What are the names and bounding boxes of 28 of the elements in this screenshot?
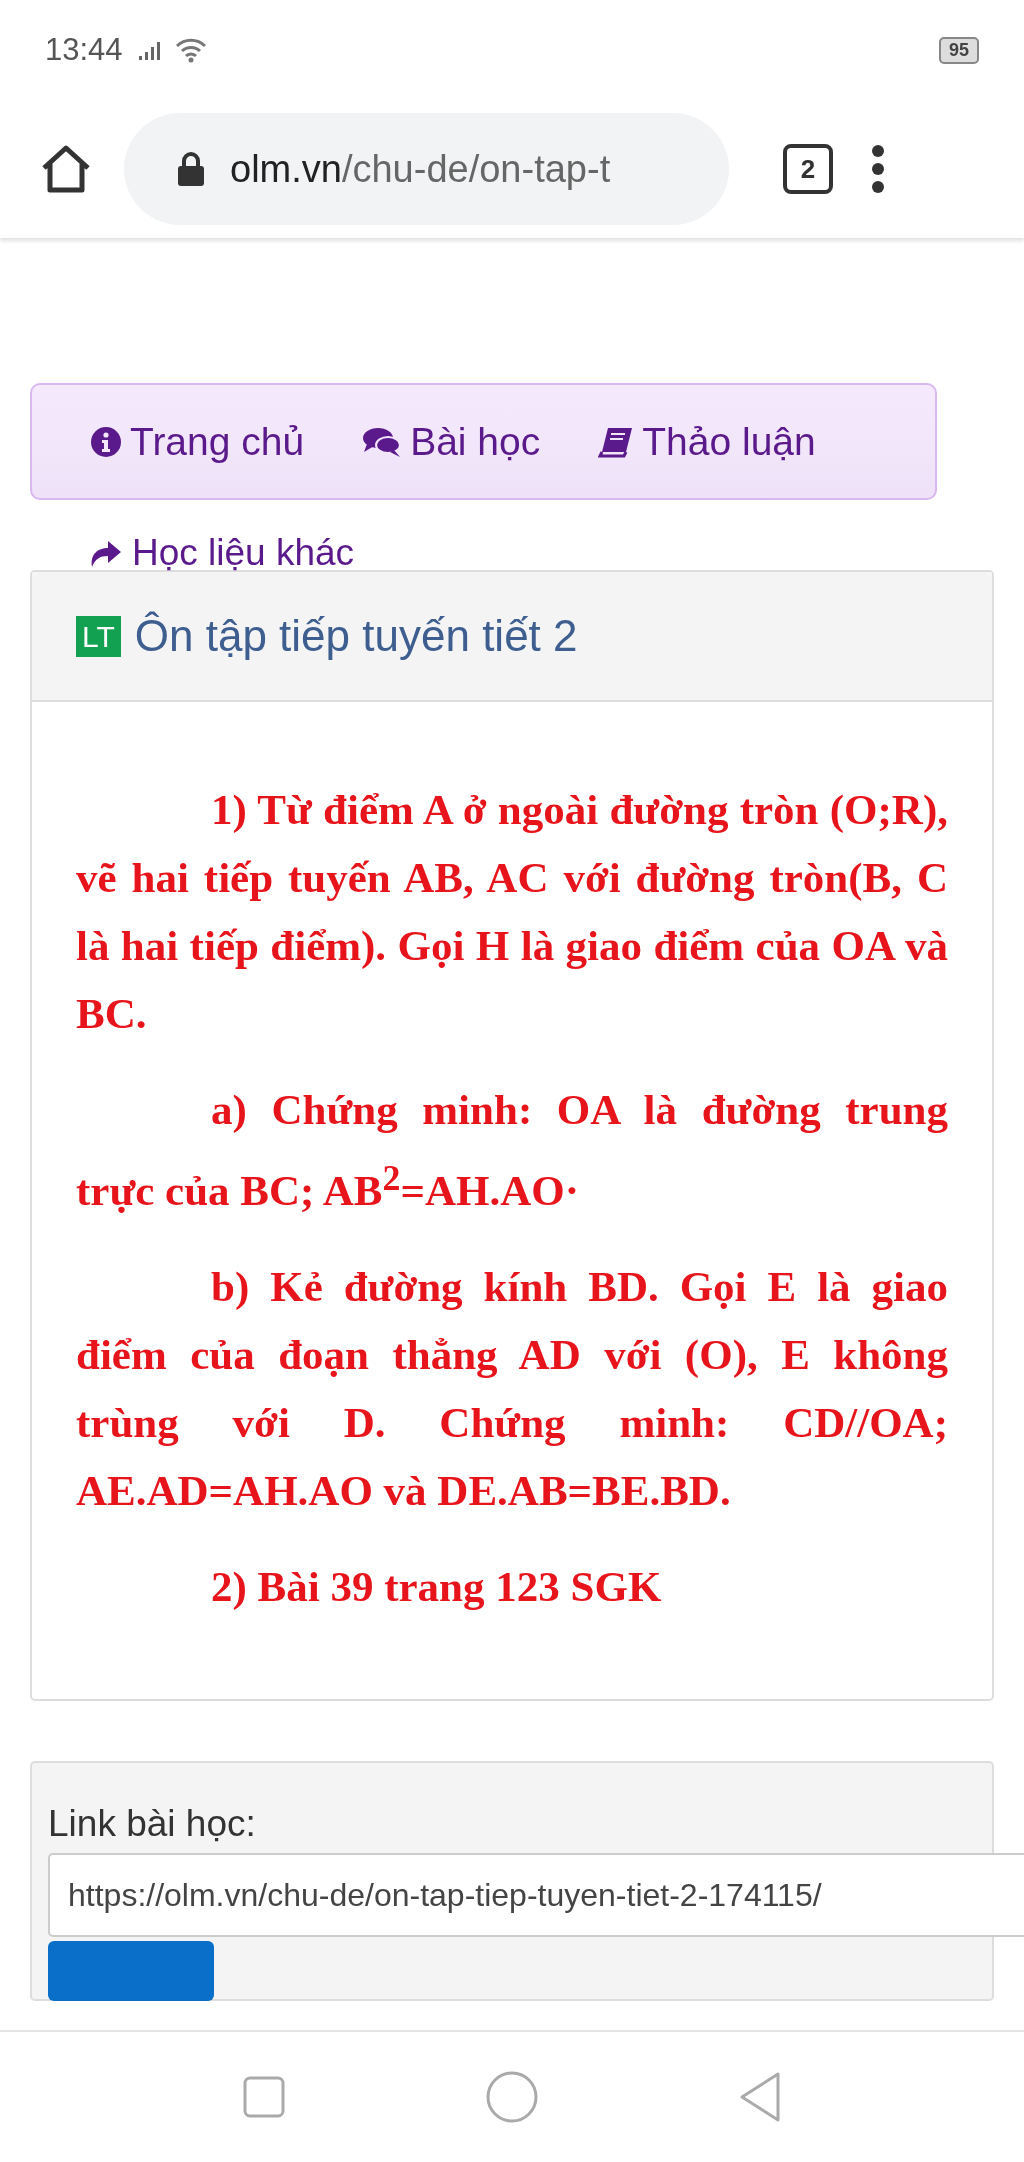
more-materials-link[interactable]: Học liệu khác xyxy=(88,530,355,576)
exercise-text: 1) Từ điểm A ở ngoài đường tròn (O;R), vẽ hai tiếp tuyến AB, AC với đường tròn(B, C là hai tiếp điểm). Gọi H là giao điểm của OA và BC. xyxy=(76,785,948,1039)
exercise-text: a) Chứng minh: OA là đường trung trực của BC; AB$^{2}$=AH.AO· xyxy=(76,1085,948,1217)
exercise-text: b) Kẻ đường kính BD. Gọi E là giao điểm của đoạn thẳng AD với (O), E không trùng với D. Chứng minh: CD//OA; AE.AD=AH.AO và DE.AB=BE.BD. xyxy=(76,1262,948,1517)
battery-level: 95 xyxy=(938,36,979,64)
nav-link[interactable]: Bài học xyxy=(362,419,541,464)
url-text: olm.vn/chu-de/on-tap-t xyxy=(230,147,611,191)
chat-bubbles-icon xyxy=(362,425,403,458)
back-icon[interactable] xyxy=(738,2071,782,2123)
link-field[interactable]: https://olm.vn/chu-de/on-tap-tiep-tuyen-tiet-2-174115/ xyxy=(48,1853,1024,1938)
exercise-text: 2) Bài 39 trang 123 SGK xyxy=(210,1562,663,1613)
partial-button[interactable] xyxy=(48,1941,214,2002)
book-icon xyxy=(598,425,635,458)
info-icon xyxy=(90,425,122,458)
menu-icon[interactable] xyxy=(871,144,885,194)
lesson-title: Ôn tập tiếp tuyến tiết 2 xyxy=(134,611,578,661)
wifi-icon xyxy=(174,37,207,63)
lesson-type-badge: LT xyxy=(76,615,121,657)
link-label: Link bài học: xyxy=(48,1803,257,1846)
nav-link[interactable]: Trang chủ xyxy=(90,419,305,464)
nav-link[interactable]: Thảo luận xyxy=(598,419,816,464)
recent-apps-icon[interactable] xyxy=(242,2075,286,2119)
status-time: 13:44 xyxy=(45,32,123,68)
home-button-icon[interactable] xyxy=(486,2071,538,2123)
home-icon[interactable] xyxy=(40,144,92,194)
lock-icon xyxy=(176,151,206,187)
address-bar[interactable]: olm.vn/chu-de/on-tap-t xyxy=(124,113,729,225)
tab-count[interactable]: 2 xyxy=(783,144,833,194)
